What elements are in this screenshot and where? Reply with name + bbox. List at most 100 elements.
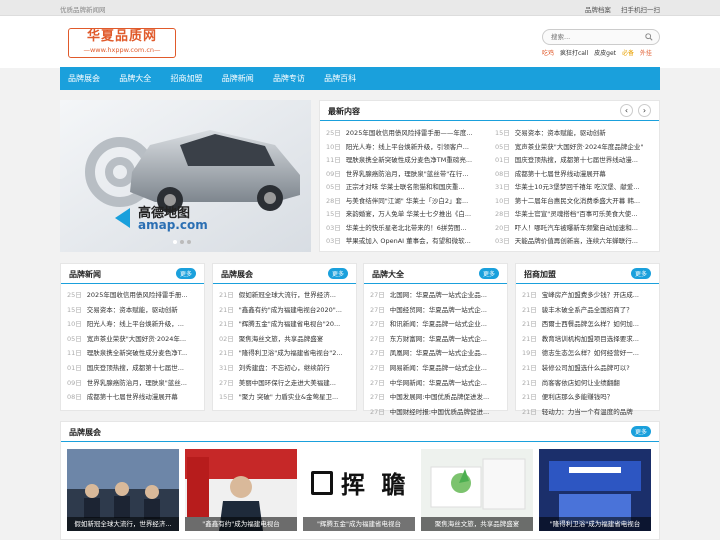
mobile-scan-link[interactable]: 扫手机扫一扫 bbox=[621, 6, 660, 14]
hot-search-tags: 吃鸡 疯狂打call 皮皮get 必备 外挂 bbox=[542, 48, 660, 57]
gallery-item[interactable]: 聚焦海丝文旅，共享品牌盛宴 bbox=[421, 449, 533, 531]
nav-item-expo[interactable]: 品牌展会 bbox=[68, 67, 100, 90]
gallery-caption: 假如新冠全球大流行，世界经济... bbox=[67, 517, 179, 531]
brand-archive-link[interactable]: 品牌档案 bbox=[585, 6, 611, 14]
gallery-item[interactable]: 假如新冠全球大流行，世界经济... bbox=[67, 449, 179, 531]
list-item[interactable]: 11日 理肤泉携全新突破性成分麦色净T... bbox=[67, 346, 198, 361]
list-item[interactable]: 08日 成都第十七届世界线动漫展开幕 bbox=[67, 390, 198, 405]
list-item[interactable]: 03日 苹果或加入 OpenAI 董事会，有望和微软... bbox=[326, 235, 486, 249]
list-item[interactable]: 01日 国庆登顶热搜，成都第十七届世... bbox=[67, 361, 198, 376]
list-item[interactable]: 20日 吓人！哪吒汽车被曝新车频繁自动加速和... bbox=[495, 222, 655, 236]
list-item[interactable]: 21日 教育培训机构加盟项目选择要求... bbox=[522, 332, 653, 347]
nav-item-franchise[interactable]: 招商加盟 bbox=[170, 67, 202, 90]
more-button[interactable]: 更多 bbox=[478, 268, 499, 279]
panel-brand-directory: 品牌大全 更多 27日 北国网：华夏品牌一站式企业品... 27日 中国经贸网：华夏品… bbox=[363, 263, 508, 416]
list-item[interactable]: 21日 骏丰木破全系产品全国招商了？ bbox=[522, 303, 653, 318]
list-item[interactable]: 21日 轻动力：力当一个有温度的品牌 bbox=[522, 405, 653, 420]
slider-dot[interactable] bbox=[180, 240, 184, 244]
list-item[interactable]: 05日 宽声茶业荣获"大国好货·2024年度品牌企业" bbox=[495, 141, 655, 155]
list-item[interactable]: 27日 网易新闻：华夏品牌一站式企业... bbox=[370, 361, 501, 376]
nav-item-encyclopedia[interactable]: 品牌百科 bbox=[324, 67, 356, 90]
more-button[interactable]: 更多 bbox=[327, 268, 348, 279]
list-item[interactable]: 27日 东方财富网：华夏品牌一站式企... bbox=[370, 332, 501, 347]
more-button[interactable]: 更多 bbox=[175, 268, 196, 279]
slider-dot[interactable] bbox=[187, 240, 191, 244]
list-item[interactable]: 28日 与美食结伴同"江湖" 华莱士「沙白2」套... bbox=[326, 195, 486, 209]
list-item[interactable]: 31日 华莱士10元3堡梦回千禧年 吃汉堡、献爱... bbox=[495, 181, 655, 195]
list-item[interactable]: 27日 凤凰网：华夏品牌一站式企业品... bbox=[370, 346, 501, 361]
list-item[interactable]: 27日 美丽中国环保行之走进大美福建... bbox=[219, 376, 350, 391]
panel-franchise: 招商加盟 更多 21日 宝峰房产加盟费多少钱？开店成... 21日 骏丰木破全系产品全… bbox=[515, 263, 660, 416]
expo-gallery: 品牌展会 更多 假如新冠全球大流行，世界经济... "鑫鑫有约"成为福建电视台 挥… bbox=[60, 421, 660, 540]
image-slider[interactable]: 高德地图 amap.com bbox=[60, 100, 311, 252]
panel-title: 招商加盟 bbox=[524, 270, 556, 279]
list-item[interactable]: 05日 宽声茶业荣获"大国好货·2024年... bbox=[67, 332, 198, 347]
gallery-item[interactable]: "隆得利卫浴"成为福建省电视台 bbox=[539, 449, 651, 531]
nav-item-interview[interactable]: 品牌专访 bbox=[273, 67, 305, 90]
panel-title: 品牌大全 bbox=[372, 270, 404, 279]
latest-list-right: 15日 交易资本：资本赋能，驱动创新 05日 宽声茶业荣获"大国好货·2024年度品… bbox=[495, 127, 655, 249]
list-item[interactable]: 27日 和讯新闻：华夏品牌一站式企业... bbox=[370, 317, 501, 332]
list-item[interactable]: 10日 阳光人寿：线上平台焕新升级，引领客户... bbox=[326, 141, 486, 155]
gallery-item[interactable]: "鑫鑫有约"成为福建电视台 bbox=[185, 449, 297, 531]
list-item[interactable]: 21日 便利店那么多能赚钱吗？ bbox=[522, 390, 653, 405]
list-item[interactable]: 21日 宝峰房产加盟费多少钱？开店成... bbox=[522, 288, 653, 303]
list-item[interactable]: 28日 华莱士官宣"灵魂搭档"百事可乐美食大使... bbox=[495, 208, 655, 222]
list-item[interactable]: 19日 德志生态怎么样？如何经营好一... bbox=[522, 346, 653, 361]
panel-brand-news: 品牌新闻 更多 25日 2025年国收信用债风险排雷手册... 15日 交易资本：资本… bbox=[60, 263, 205, 411]
list-item[interactable]: 31日 刘秀建盘：不忘初心，继续前行 bbox=[219, 361, 350, 376]
list-item[interactable]: 21日 西爾士西餐品牌怎么样？如何加... bbox=[522, 317, 653, 332]
slider-dot[interactable] bbox=[173, 240, 177, 244]
list-item[interactable]: 09日 世界乳腺癌防治月，理肤泉"蓝丝带"在行... bbox=[326, 168, 486, 182]
next-arrow-icon[interactable]: › bbox=[638, 104, 651, 117]
list-item[interactable]: 10日 阳光人寿：线上平台焕新升级，... bbox=[67, 317, 198, 332]
prev-arrow-icon[interactable]: ‹ bbox=[620, 104, 633, 117]
gallery-item[interactable]: 挥 聸 "辉腾五金"成为福建省电视台 bbox=[303, 449, 415, 531]
list-item[interactable]: 15日 来韵婚宴，万人免单 华莱士七夕推出《白... bbox=[326, 208, 486, 222]
gallery-caption: 聚焦海丝文旅，共享品牌盛宴 bbox=[421, 517, 533, 531]
list-item[interactable]: 21日 "辉腾五金"成为福建省电视台"20... bbox=[219, 317, 350, 332]
list-item[interactable]: 21日 假如新冠全球大流行，世界经济... bbox=[219, 288, 350, 303]
search-input[interactable] bbox=[543, 30, 635, 44]
logo-url: —www.hxppw.com.cn— bbox=[83, 46, 161, 54]
site-logo[interactable]: 华夏品质网 —www.hxppw.com.cn— bbox=[68, 28, 176, 58]
list-item[interactable]: 10日 第十二届年台惠民文化消费季盛大开幕 韩... bbox=[495, 195, 655, 209]
more-button[interactable]: 更多 bbox=[630, 426, 651, 437]
hot-tag[interactable]: 外挂 bbox=[640, 50, 652, 57]
hot-tag[interactable]: 皮皮get bbox=[594, 50, 616, 57]
hot-tag[interactable]: 吃鸡 bbox=[542, 50, 554, 57]
list-item[interactable]: 27日 中华网新闻：华夏品牌一站式企... bbox=[370, 376, 501, 391]
list-item[interactable]: 15日 交易资本：资本赋能，驱动创新 bbox=[495, 127, 655, 141]
hot-tag[interactable]: 疯狂打call bbox=[560, 50, 588, 57]
nav-item-news[interactable]: 品牌新闻 bbox=[222, 67, 254, 90]
list-item[interactable]: 25日 2025年国收信用债风险排雷手册... bbox=[67, 288, 198, 303]
logo-title: 华夏品质网 bbox=[86, 29, 157, 44]
gallery-caption: "鑫鑫有约"成为福建电视台 bbox=[185, 517, 297, 531]
list-item[interactable]: 27日 中国财经时报:中国优质品牌促进... bbox=[370, 405, 501, 420]
list-item[interactable]: 27日 中国经贸网：华夏品牌一站式企... bbox=[370, 303, 501, 318]
list-item[interactable]: 27日 中国发展网:中国优质品牌促进发... bbox=[370, 390, 501, 405]
nav-item-directory[interactable]: 品牌大全 bbox=[119, 67, 151, 90]
list-item[interactable]: 08日 成都第十七届世界线动漫展开幕 bbox=[495, 168, 655, 182]
list-item[interactable]: 03日 华莱士的快乐星老北北带来的！6拼劳图... bbox=[326, 222, 486, 236]
more-button[interactable]: 更多 bbox=[630, 268, 651, 279]
list-item[interactable]: 15日 交易资本：资本赋能，驱动创新 bbox=[67, 303, 198, 318]
top-bar: 优质品牌新闻网 品牌档案 扫手机扫一扫 bbox=[0, 0, 720, 16]
search-icon[interactable] bbox=[645, 33, 653, 41]
latest-title: 最新内容 bbox=[328, 107, 360, 116]
list-item[interactable]: 05日 正宗才对味 华莱士联名熊猫和和国庆重... bbox=[326, 181, 486, 195]
list-item[interactable]: 09日 世界乳腺癌防治月，理肤泉"蓝丝... bbox=[67, 376, 198, 391]
list-item[interactable]: 01日 国庆登顶热搜，成都第十七届世界线动漫... bbox=[495, 154, 655, 168]
header: 华夏品质网 —www.hxppw.com.cn— 吃鸡 疯狂打call 皮皮ge… bbox=[0, 16, 720, 68]
list-item[interactable]: 21日 "鑫鑫有约"成为福建电视台2020"... bbox=[219, 303, 350, 318]
list-item[interactable]: 21日 尚客客依店如何让业绩翻翻 bbox=[522, 376, 653, 391]
list-item[interactable]: 25日 2025年国收信用债风险排雷手册——年度... bbox=[326, 127, 486, 141]
list-item[interactable]: 02日 聚焦海丝文旅，共享品牌盛宴 bbox=[219, 332, 350, 347]
list-item[interactable]: 15日 "聚力 突破" 力盾实业&金莺星卫... bbox=[219, 390, 350, 405]
list-item[interactable]: 11日 理肤泉携全新突破性成分麦色净TM重磅亮... bbox=[326, 154, 486, 168]
list-item[interactable]: 27日 北国网：华夏品牌一站式企业品... bbox=[370, 288, 501, 303]
list-item[interactable]: 03日 天能品牌价值再创新高，连续六年蝉联行... bbox=[495, 235, 655, 249]
list-item[interactable]: 21日 装修公司加盟选什么品牌可以? bbox=[522, 361, 653, 376]
hot-tag[interactable]: 必备 bbox=[622, 50, 634, 57]
list-item[interactable]: 21日 "隆得利卫浴"成为福建省电视台"2... bbox=[219, 346, 350, 361]
